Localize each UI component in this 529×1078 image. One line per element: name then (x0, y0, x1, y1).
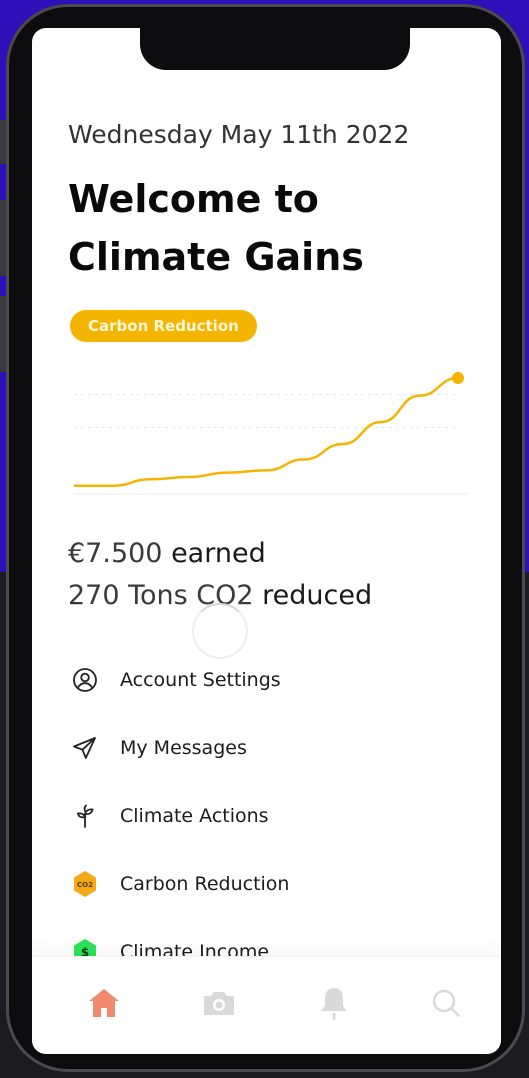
earned-label: earned (162, 538, 266, 569)
menu-item-label: My Messages (120, 737, 247, 759)
plant-icon (68, 799, 102, 833)
menu-item-label: Account Settings (120, 669, 281, 691)
page-title-line-1: Welcome to (68, 177, 319, 221)
paper-plane-icon (68, 731, 102, 765)
menu-item-carbon-reduction[interactable]: CO2 Carbon Reduction (68, 850, 468, 918)
menu-item-account-settings[interactable]: Account Settings (68, 646, 468, 714)
carbon-reduction-chart (62, 358, 482, 518)
menu-item-climate-actions[interactable]: Climate Actions (68, 782, 468, 850)
co2-badge-icon: CO2 (68, 867, 102, 901)
search-icon (432, 989, 460, 1017)
tab-camera[interactable] (197, 981, 241, 1025)
menu-item-my-messages[interactable]: My Messages (68, 714, 468, 782)
bottom-tab-bar (32, 956, 501, 1054)
bell-icon (321, 988, 347, 1020)
user-circle-icon (68, 663, 102, 697)
page-title-line-2: Climate Gains (68, 235, 364, 279)
phone-frame: Wednesday May 11th 2022 Welcome to Clima… (6, 4, 525, 1072)
earned-value: €7.500 (68, 538, 163, 569)
home-icon (89, 989, 119, 1017)
tab-search[interactable] (424, 981, 468, 1025)
main-menu: Account Settings My Messages Climate Act… (68, 646, 468, 986)
current-date: Wednesday May 11th 2022 (68, 120, 410, 149)
camera-icon (204, 992, 234, 1015)
earned-stat: €7.500 earned (68, 538, 266, 569)
co2-badge-text: CO2 (77, 881, 93, 889)
chart-svg (74, 372, 468, 495)
carbon-reduction-filter-pill[interactable]: Carbon Reduction (70, 310, 257, 342)
chart-end-point (452, 372, 464, 384)
reduced-label: reduced (253, 580, 373, 611)
tab-notifications[interactable] (312, 981, 356, 1025)
tab-home[interactable] (82, 981, 126, 1025)
page-title: Welcome to Climate Gains (68, 170, 468, 286)
phone-notch (140, 28, 410, 70)
phone-screen: Wednesday May 11th 2022 Welcome to Clima… (32, 28, 501, 1054)
menu-item-label: Carbon Reduction (120, 873, 290, 895)
menu-item-label: Climate Actions (120, 805, 269, 827)
